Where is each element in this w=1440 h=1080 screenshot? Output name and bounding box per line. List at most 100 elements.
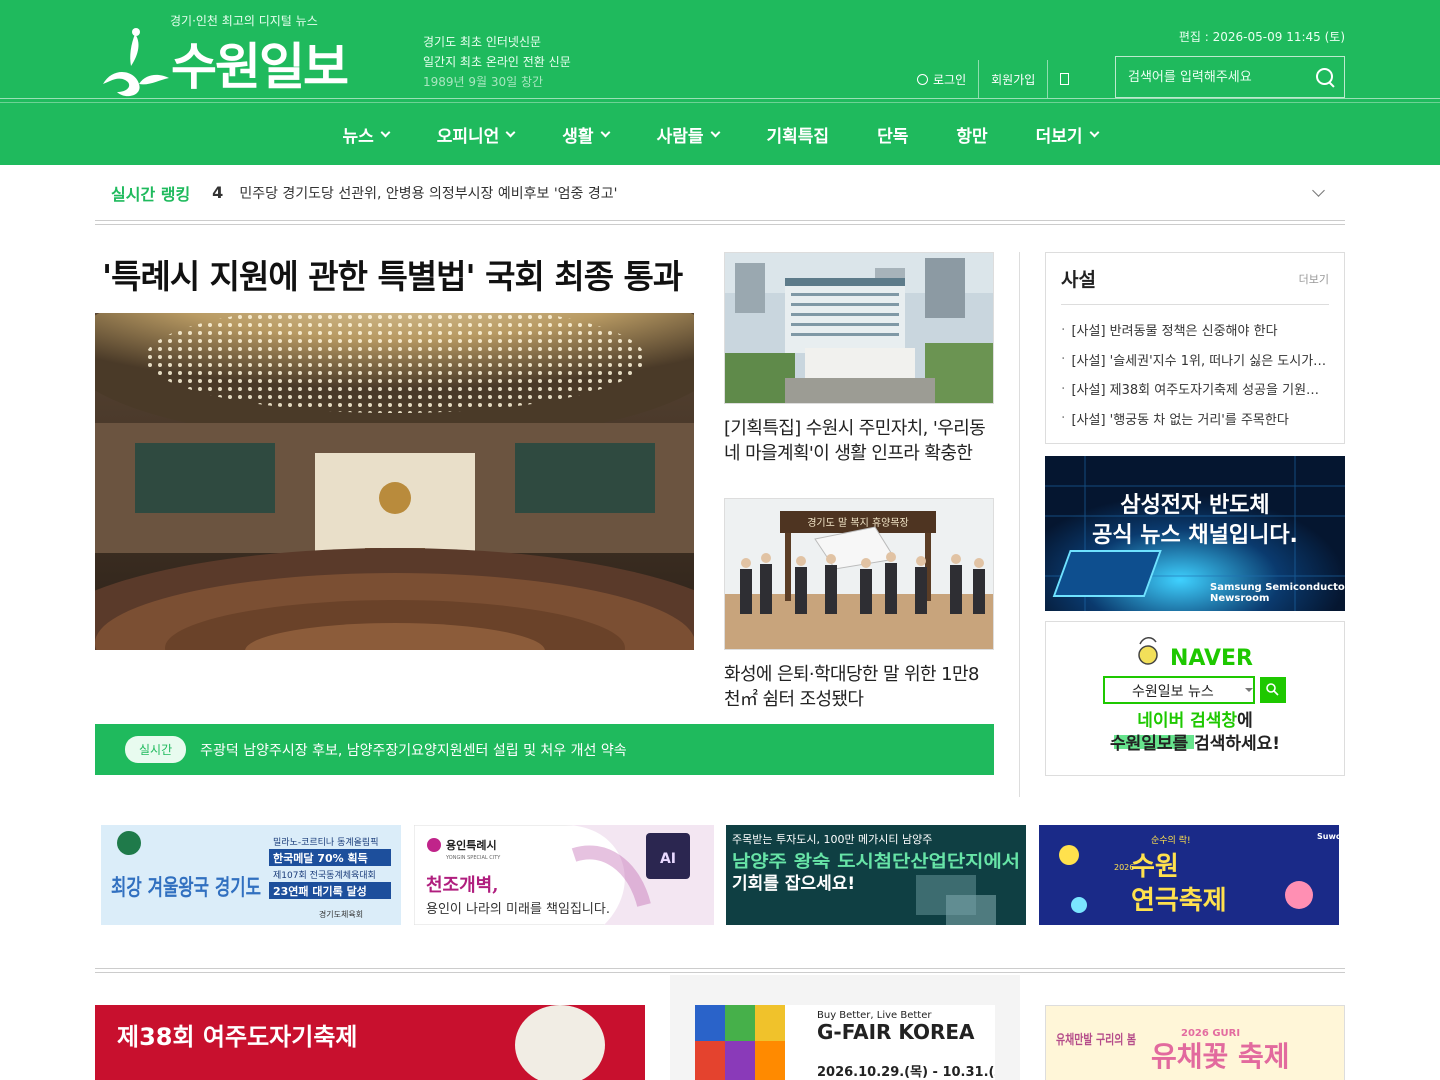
signup-link[interactable]: 회원가입 (979, 60, 1049, 98)
side-article-card[interactable]: 경기도 말 복지 휴양목장 화성에 은퇴·학대당한 말 위한 1만8천㎡ 쉼터 … (724, 498, 994, 712)
site-description: 경기도 최초 인터넷신문 일간지 최초 온라인 전환 신문 1989년 9월 3… (423, 32, 571, 92)
nav-item-port[interactable]: 항만 (932, 122, 1011, 147)
b4-title2: 연극축제 (1131, 886, 1227, 916)
naver-query: 수원일보 뉴스 (1132, 684, 1214, 700)
list-item[interactable]: [사설] '슬세권'지수 1위, 떠나기 싫은 도시가 된 수원 (1061, 345, 1329, 375)
user-links: 로그인 회원가입 (905, 60, 1081, 98)
b1-big-text: 최강 겨울왕국 경기도 (111, 876, 261, 901)
b1-line1: 밀라노-코르티나 동계올림픽 (273, 836, 378, 848)
samsung-sub2: Newsroom (1210, 593, 1269, 604)
side-article-title[interactable]: 화성에 은퇴·학대당한 말 위한 1만8천㎡ 쉼터 조성됐다 (724, 662, 994, 712)
ranking-headline[interactable]: 민주당 경기도당 선관위, 안병용 의정부시장 예비후보 '엄중 경고' (239, 183, 617, 203)
nav-label: 단독 (877, 126, 909, 147)
samsung-line2: 공식 뉴스 채널입니다. (1092, 523, 1298, 548)
editorial-header: 사설 더보기 (1061, 253, 1329, 305)
editorial-more-link[interactable]: 더보기 (1299, 271, 1329, 287)
search-box (1115, 56, 1345, 98)
nav-item-life[interactable]: 생활 (538, 122, 632, 147)
nav-item-people[interactable]: 사람들 (633, 122, 743, 147)
main-headline[interactable]: '특례시 지원에 관한 특별법' 국회 최종 통과 (102, 250, 683, 298)
bookmark-icon (1060, 73, 1070, 85)
founded-date: 1989년 9월 30일 창간 (423, 75, 544, 89)
main-nav: 뉴스 오피니언 생활 사람들 기획특집 단독 항만 더보기 (0, 103, 1440, 165)
nav-item-exclusive[interactable]: 단독 (853, 122, 932, 147)
editorial-item-text: [사설] 반려동물 정책은 신중해야 한다 (1071, 324, 1278, 340)
city-building-image (725, 253, 993, 403)
assembly-hall-image (95, 313, 694, 650)
login-label: 로그인 (933, 72, 967, 87)
side-article-card[interactable]: [기획특집] 수원시 주민자치, '우리동네 마을계획'이 생활 인프라 확충한 (724, 252, 994, 466)
yongin-banner: AI 용인특례시 YONGIN SPECIAL CITY 천조개벽, 용인이 나… (414, 825, 714, 925)
desc-line: 일간지 최초 온라인 전환 신문 (423, 55, 571, 69)
c1-title: 제38회 여주도자기축제 (117, 1023, 357, 1051)
live-headline[interactable]: 주광덕 남양주시장 후보, 남양주장기요양지원센터 설립 및 처우 개선 약속 (200, 740, 626, 760)
horse-ranch-image: 경기도 말 복지 휴양목장 (725, 499, 993, 649)
search-icon[interactable] (1314, 66, 1336, 88)
side-article-image[interactable] (724, 252, 994, 404)
samsung-ad-banner[interactable]: 삼성전자 반도체 공식 뉴스 채널입니다. Samsung Semiconduc… (1045, 456, 1345, 611)
samsung-line1: 삼성전자 반도체 (1120, 493, 1269, 518)
b1-line4: 23연패 대기록 달성 (273, 884, 367, 898)
nav-label: 기획특집 (766, 126, 830, 147)
naver-line2-rest: 를 검색하세요! (1173, 734, 1281, 754)
main-article-image[interactable] (95, 313, 694, 650)
b2-slogan2: 용인이 나라의 미래를 책임집니다. (426, 902, 610, 917)
ad-column: Buy Better, Live Better G-FAIR KOREA 202… (670, 975, 1020, 1080)
c3-left: 유채만발 구리의 봄 (1056, 1032, 1136, 1048)
chevron-down-icon[interactable] (1312, 184, 1325, 197)
svg-text:수원일보를 검색하세요!: 수원일보를 검색하세요! (1110, 734, 1280, 754)
editorial-list: [사설] 반려동물 정책은 신중해야 한다 [사설] '슬세권'지수 1위, 떠… (1061, 315, 1329, 433)
list-item[interactable]: [사설] '행궁동 차 없는 거리'를 주목한다 (1061, 404, 1329, 434)
c3-title: 유채꽃 축제 (1151, 1040, 1290, 1073)
editorial-item-text: [사설] '행궁동 차 없는 거리'를 주목한다 (1071, 412, 1289, 428)
realtime-ranking[interactable]: 실시간 랭킹 4 민주당 경기도당 선관위, 안병용 의정부시장 예비후보 '엄… (95, 165, 1345, 220)
column-divider (1019, 252, 1020, 797)
ad-banner[interactable]: 2026 순수의 락! 수원 연극축제 Suwon (1039, 825, 1339, 925)
naver-ad-graphic: NAVER 수원일보 뉴스 네이버 검색창에 수원일보를 검색하세요! (1103, 637, 1286, 754)
nav-item-news[interactable]: 뉴스 (318, 122, 412, 147)
site-logo[interactable]: 수원일보 (95, 26, 349, 100)
ranking-title: 실시간 랭킹 (111, 184, 191, 204)
chevron-down-icon (380, 127, 391, 137)
list-item[interactable]: [사설] 반려동물 정책은 신중해야 한다 (1061, 315, 1329, 345)
live-badge: 실시간 (125, 736, 187, 763)
samsung-sub1: Samsung Semiconductor (1210, 582, 1345, 593)
suwon-theater-banner: 2026 순수의 락! 수원 연극축제 Suwon (1039, 825, 1339, 925)
chevron-down-icon (1089, 127, 1099, 137)
ranch-sign-text: 경기도 말 복지 휴양목장 (807, 516, 909, 529)
naver-ad-banner[interactable]: NAVER 수원일보 뉴스 네이버 검색창에 수원일보를 검색하세요! (1045, 621, 1345, 776)
section-divider (95, 220, 1345, 225)
b2-org-en: YONGIN SPECIAL CITY (445, 855, 501, 861)
search-input[interactable] (1116, 69, 1306, 85)
list-item[interactable]: [사설] 제38회 여주도자기축제 성공을 기원한다 (1061, 374, 1329, 404)
live-news-bar[interactable]: 실시간 주광덕 남양주시장 후보, 남양주장기요양지원센터 설립 및 처우 개선… (95, 724, 994, 775)
samsung-ad-graphic: 삼성전자 반도체 공식 뉴스 채널입니다. Samsung Semiconduc… (1045, 456, 1345, 611)
b3-line3: 기회를 잡으세요! (732, 874, 855, 894)
nav-item-feature[interactable]: 기획특집 (743, 122, 854, 147)
b4-title1: 수원 (1131, 852, 1179, 882)
nav-label: 생활 (562, 126, 594, 147)
c3-sub: 2026 GURI (1181, 1028, 1240, 1039)
editorial-box: 사설 더보기 [사설] 반려동물 정책은 신중해야 한다 [사설] '슬세권'지… (1045, 252, 1345, 444)
ad-banner[interactable]: 최강 겨울왕국 경기도 밀라노-코르티나 동계올림픽 한국메달 70% 획득 제… (101, 825, 401, 925)
b2-ai-chip: AI (660, 851, 676, 867)
chevron-down-icon (505, 127, 516, 137)
bookmark-link[interactable] (1048, 60, 1081, 98)
side-article-title[interactable]: [기획특집] 수원시 주민자치, '우리동네 마을계획'이 생활 인프라 확충한 (724, 416, 994, 466)
side-article-image[interactable]: 경기도 말 복지 휴양목장 (724, 498, 994, 650)
ad-banner[interactable]: Buy Better, Live Better G-FAIR KOREA 202… (695, 1005, 995, 1080)
section-divider (95, 968, 1345, 973)
ad-banner[interactable]: 주목받는 투자도시, 100만 메가시티 남양주 남양주 왕숙 도시첨단산업단지… (726, 825, 1026, 925)
ad-banner[interactable]: 제38회 여주도자기축제 (95, 1005, 645, 1080)
naver-line1-rest: 에 (1237, 711, 1253, 731)
ad-banner[interactable]: AI 용인특례시 YONGIN SPECIAL CITY 천조개벽, 용인이 나… (414, 825, 714, 925)
nav-item-opinion[interactable]: 오피니언 (413, 122, 539, 147)
nav-item-more[interactable]: 더보기 (1012, 122, 1122, 147)
login-link[interactable]: 로그인 (905, 60, 980, 98)
logo-text: 수원일보 (171, 38, 349, 96)
ad-banner[interactable]: 유채만발 구리의 봄 2026 GURI 유채꽃 축제 (1045, 1005, 1345, 1080)
b4-sub: 순수의 락! (1151, 834, 1191, 846)
gyeonggi-sports-banner: 최강 겨울왕국 경기도 밀라노-코르티나 동계올림픽 한국메달 70% 획득 제… (101, 825, 401, 925)
b2-org: 용인특례시 (446, 838, 497, 852)
logo-mark-icon (103, 28, 169, 97)
